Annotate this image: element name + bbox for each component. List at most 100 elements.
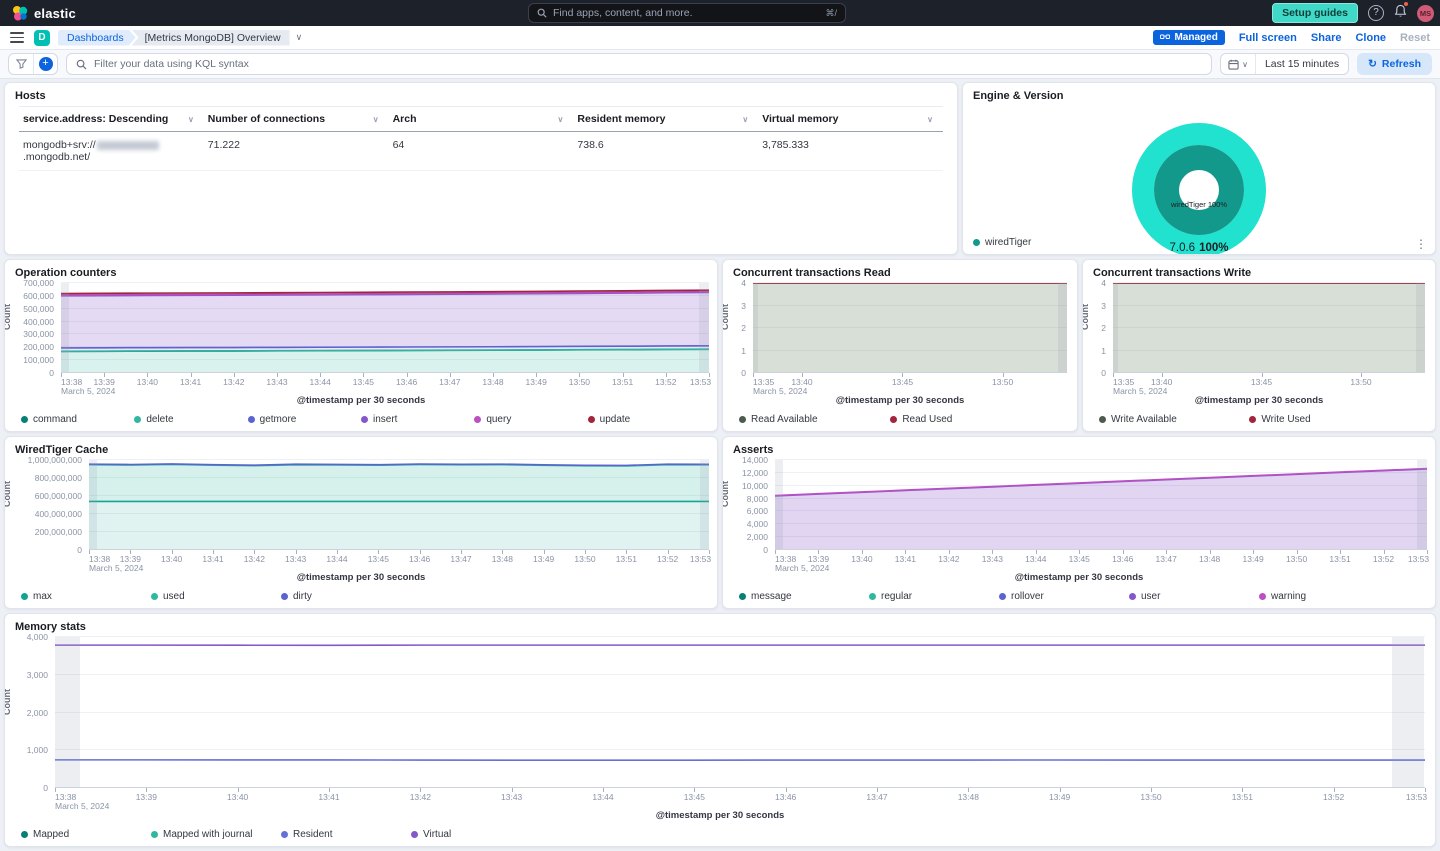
legend-item[interactable]: query [474, 414, 587, 425]
legend-item[interactable]: insert [360, 414, 474, 425]
column-header[interactable]: service.address: Descending ∨ [19, 107, 204, 131]
notifications-bell-icon[interactable] [1394, 0, 1409, 23]
elastic-logo-icon [13, 6, 28, 21]
legend-dot [869, 593, 876, 600]
asserts-chart[interactable]: Count 0 2,000 4,000 6,000 8,000 10,000 12,000 14… [723, 455, 1435, 573]
time-range-value[interactable]: Last 15 minutes [1256, 58, 1348, 70]
legend-item[interactable]: Mapped [21, 829, 151, 840]
chart-legend: command delete getmore insert query update [5, 408, 717, 431]
full-screen-link[interactable]: Full screen [1239, 32, 1297, 44]
legend-label: delete [146, 414, 174, 425]
legend-dot [151, 593, 158, 600]
legend-item[interactable]: regular [869, 591, 999, 602]
concurrent-write-chart[interactable]: Count 0 1 2 3 4 13:35 13:40 13:45 13:50 March 5, 2… [1083, 278, 1435, 396]
legend-item[interactable]: delete [134, 414, 247, 425]
breadcrumb-dashboards[interactable]: Dashboards [58, 30, 136, 46]
x-axis-title: @timestamp per 30 seconds [1194, 395, 1324, 406]
date-picker-calendar-icon[interactable]: ∨ [1221, 54, 1256, 74]
legend-dot [1259, 593, 1266, 600]
kql-filter-input[interactable]: Filter your data using KQL syntax [66, 53, 1213, 75]
hosts-table-header: service.address: Descending ∨ Number of co… [19, 106, 943, 132]
legend-item[interactable]: command [21, 414, 134, 425]
sort-chevron-icon: ∨ [557, 114, 564, 124]
breadcrumb-chevron-icon[interactable]: ∨ [296, 32, 303, 43]
kql-placeholder: Filter your data using KQL syntax [94, 58, 249, 70]
panel-options-kebab-icon[interactable]: ⋮ [1415, 237, 1427, 251]
donut-inner-label: wiredTiger 100% [1170, 200, 1227, 209]
user-avatar[interactable]: MS [1417, 4, 1434, 22]
x-axis-title: @timestamp per 30 seconds [1014, 572, 1144, 583]
legend-item[interactable]: Resident [281, 829, 411, 840]
setup-guides-button[interactable]: Setup guides [1272, 3, 1358, 23]
help-icon[interactable]: ? [1368, 5, 1384, 21]
menu-hamburger-icon[interactable] [10, 32, 24, 43]
legend-item[interactable]: dirty [281, 591, 411, 602]
legend-item[interactable]: Write Used [1249, 414, 1399, 425]
global-search-input[interactable]: Find apps, content, and more. ⌘/ [528, 3, 846, 23]
legend-label: Read Used [902, 414, 953, 425]
legend-item[interactable]: rollover [999, 591, 1129, 602]
x-axis-title: @timestamp per 30 seconds [296, 572, 426, 583]
top-header: elastic Find apps, content, and more. ⌘/… [0, 0, 1440, 26]
refresh-icon: ↻ [1368, 58, 1377, 70]
legend-item[interactable]: used [151, 591, 281, 602]
legend-item[interactable]: Mapped with journal [151, 829, 281, 840]
wiredtiger-cache-chart[interactable]: Count 0 200,000,000 400,000,000 600,000,000 8… [5, 455, 717, 573]
column-header[interactable]: Arch ∨ [389, 107, 574, 131]
breadcrumb-current-dashboard[interactable]: [Metrics MongoDB] Overview [131, 29, 290, 46]
panel-concurrent-transactions-write: Concurrent transactions Write Count 0 1 2 3 4… [1082, 259, 1436, 432]
operation-counters-chart[interactable]: Count 0 100,000 200,000 300,000 400,000 500,00… [5, 278, 717, 396]
legend-item[interactable]: user [1129, 591, 1259, 602]
filter-funnel-icon[interactable] [9, 54, 33, 74]
concurrent-read-chart[interactable]: Count 0 1 2 3 4 13:35 13:40 13:45 13:50 March 5, 2… [723, 278, 1077, 396]
legend-dot [739, 416, 746, 423]
add-filter-button[interactable]: + [33, 54, 57, 74]
legend-item[interactable]: Read Available [739, 414, 890, 425]
legend-item[interactable]: max [21, 591, 151, 602]
column-header[interactable]: Number of connections ∨ [204, 107, 389, 131]
legend-label: dirty [293, 591, 312, 602]
managed-label: Managed [1174, 32, 1218, 43]
legend-item[interactable]: Write Available [1099, 414, 1249, 425]
legend-item-wiredtiger[interactable]: wiredTiger [973, 237, 1031, 248]
legend-label: Mapped [33, 829, 70, 840]
legend-label: Resident [293, 829, 333, 840]
refresh-label: Refresh [1381, 58, 1421, 70]
panel-title: Engine & Version [973, 90, 1064, 102]
legend-item[interactable]: Read Used [890, 414, 1041, 425]
legend-item[interactable]: update [587, 414, 701, 425]
clone-link[interactable]: Clone [1355, 32, 1386, 44]
brand-name: elastic [34, 5, 76, 21]
legend-item[interactable]: message [739, 591, 869, 602]
managed-badge[interactable]: Managed [1153, 30, 1225, 45]
legend-dot [999, 593, 1006, 600]
legend-item[interactable]: Virtual [411, 829, 541, 840]
sort-chevron-icon: ∨ [927, 114, 933, 124]
refresh-button[interactable]: ↻ Refresh [1357, 53, 1432, 75]
legend-dot [247, 416, 255, 423]
legend-item[interactable]: warning [1259, 591, 1389, 602]
legend-dot [134, 416, 142, 423]
engine-donut-chart[interactable]: wiredTiger 100% 7.0.6 100% wiredTiger ⋮ [963, 104, 1435, 254]
legend-label: used [163, 591, 185, 602]
search-shortcut-hint: ⌘/ [825, 7, 837, 18]
legend-label: warning [1271, 591, 1307, 602]
memory-stats-chart[interactable]: Count 0 1,000 2,000 3,000 4,000 13:38 13:39 13:4… [5, 632, 1435, 811]
dashboard-app-badge[interactable]: D [34, 29, 50, 46]
reset-link[interactable]: Reset [1400, 32, 1430, 44]
legend-dot [739, 593, 746, 600]
elastic-logo[interactable]: elastic [12, 5, 76, 21]
share-link[interactable]: Share [1311, 32, 1342, 44]
donut-outer-label: 7.0.6 100% [1170, 242, 1229, 254]
legend-label: update [599, 414, 631, 425]
legend-label: max [33, 591, 52, 602]
filter-bar: + Filter your data using KQL syntax ∨ La… [0, 50, 1440, 79]
redacted-address [96, 140, 159, 150]
column-header[interactable]: Resident memory ∨ [573, 107, 758, 131]
column-header[interactable]: Virtual memory ∨ [758, 107, 943, 131]
legend-item[interactable]: getmore [247, 414, 361, 425]
panel-title: Asserts [733, 444, 774, 456]
legend-label: Write Used [1261, 414, 1311, 425]
panel-title: Concurrent transactions Read [733, 267, 891, 279]
panel-title: Memory stats [15, 621, 86, 633]
